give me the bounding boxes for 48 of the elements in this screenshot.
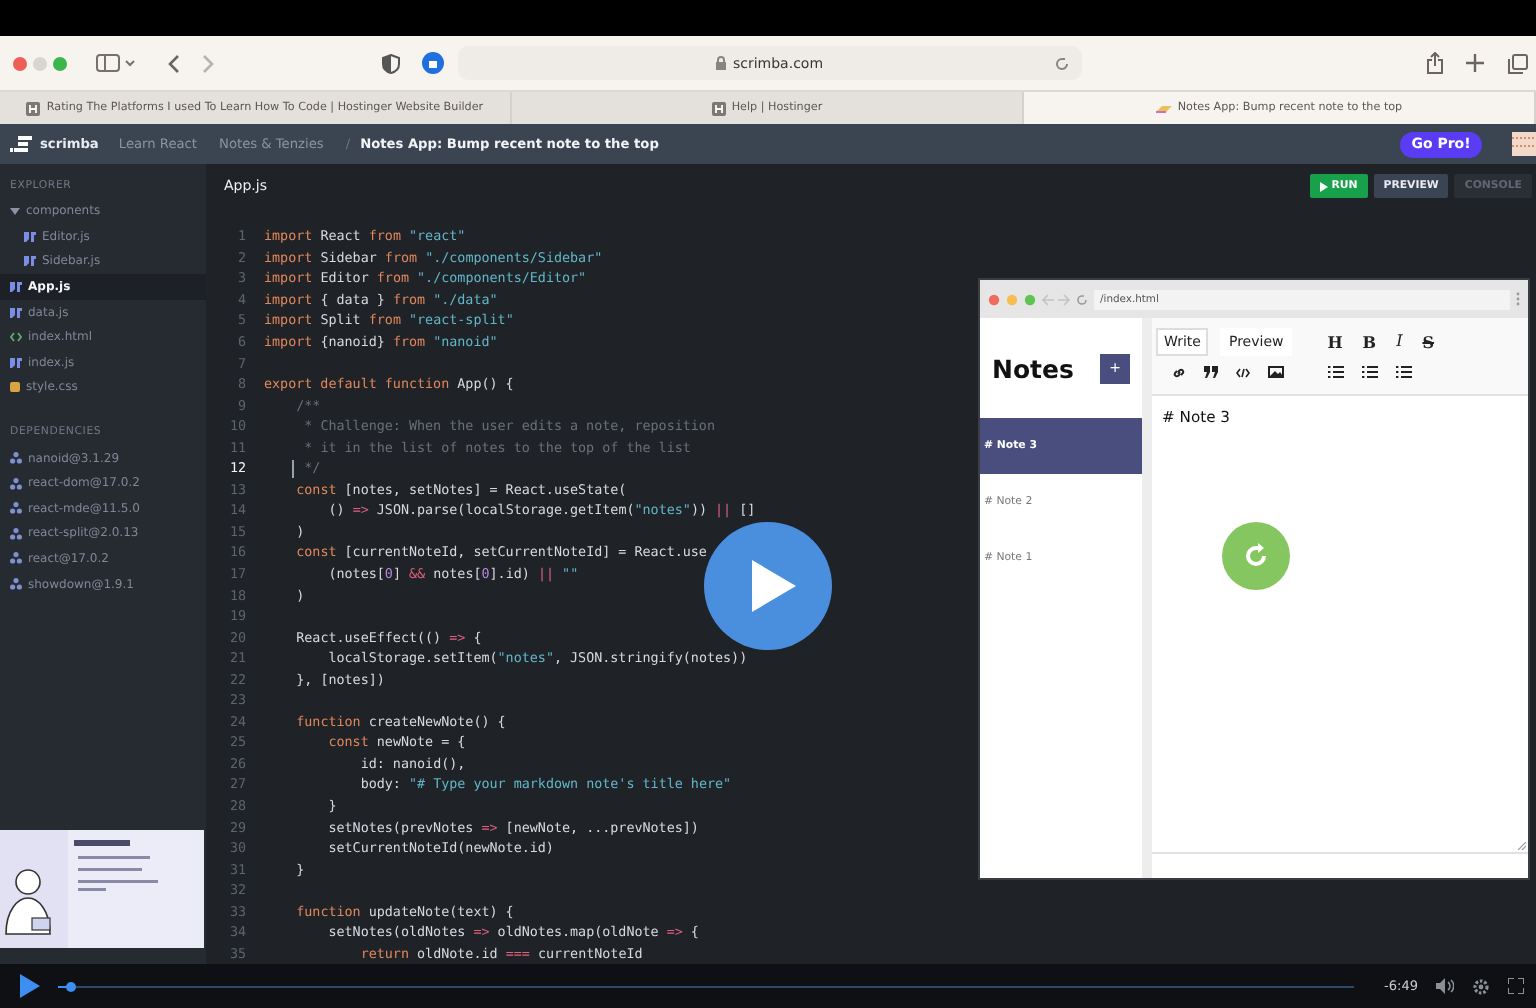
caret-icon [10, 206, 20, 217]
lock-icon [716, 56, 727, 70]
play-icon [752, 560, 796, 612]
code-icon [10, 332, 22, 343]
package-icon [10, 527, 22, 540]
favicon-icon [1155, 103, 1172, 113]
window-controls-icon[interactable] [12, 55, 68, 71]
favicon-icon [711, 101, 726, 115]
logo-icon[interactable] [10, 136, 32, 152]
share-icon[interactable] [1426, 52, 1444, 74]
back-icon[interactable] [168, 53, 180, 73]
text-cursor [292, 460, 294, 479]
file-icon [24, 256, 36, 267]
package-icon [10, 477, 22, 490]
new-tab-icon[interactable] [1466, 54, 1484, 72]
format-button[interactable]: S [1418, 331, 1439, 351]
quote-icon[interactable] [1204, 366, 1218, 378]
package-icon [10, 552, 22, 565]
image-icon[interactable] [1268, 366, 1284, 378]
volume-icon[interactable] [1436, 978, 1454, 994]
file-icon [10, 307, 22, 318]
file-icon [10, 382, 20, 393]
resize-handle-icon[interactable] [1518, 842, 1526, 850]
code-icon[interactable] [1236, 367, 1250, 377]
play-icon[interactable] [20, 974, 40, 998]
format-button[interactable]: B [1358, 331, 1381, 351]
package-icon [10, 578, 22, 591]
refresh-icon [1242, 542, 1270, 570]
package-icon [10, 502, 22, 515]
file-icon [10, 357, 22, 368]
format-button[interactable]: I [1392, 332, 1407, 350]
link-icon[interactable] [1172, 365, 1186, 379]
format-button[interactable]: H [1323, 331, 1347, 351]
app-title: Notes [992, 353, 1074, 383]
package-icon [10, 452, 22, 465]
tab-overview-icon[interactable] [1508, 53, 1528, 73]
fullscreen-icon[interactable] [1508, 978, 1524, 994]
play-icon [1319, 181, 1328, 191]
progress-handle[interactable] [66, 981, 77, 991]
file-icon [10, 282, 22, 293]
settings-icon[interactable] [1472, 977, 1490, 995]
file-icon [24, 231, 36, 242]
favicon-icon [26, 101, 41, 115]
bulleted-list-icon[interactable] [1328, 366, 1344, 378]
extension-icon[interactable] [422, 52, 444, 74]
sidebar-icon[interactable] [96, 54, 136, 72]
shield-icon[interactable] [382, 53, 400, 73]
reload-icon[interactable] [1054, 55, 1070, 71]
